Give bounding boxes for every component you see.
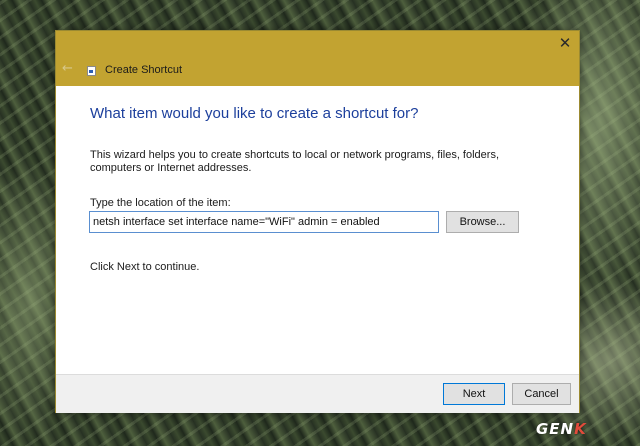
back-arrow-icon[interactable]: ← <box>62 62 76 76</box>
shortcut-icon <box>87 66 96 76</box>
close-button[interactable]: ✕ <box>557 35 573 51</box>
page-heading: What item would you like to create a sho… <box>90 105 419 122</box>
window-title: Create Shortcut <box>105 64 183 76</box>
browse-button[interactable]: Browse... <box>446 211 519 233</box>
watermark-text-main: GEN <box>536 420 575 438</box>
cancel-button[interactable]: Cancel <box>512 383 571 405</box>
location-label: Type the location of the item: <box>90 197 231 209</box>
location-input[interactable] <box>89 211 439 233</box>
continue-instruction: Click Next to continue. <box>90 261 200 273</box>
create-shortcut-dialog: ✕ ← Create Shortcut What item would you … <box>55 30 580 413</box>
dialog-footer: Next Cancel <box>56 374 579 413</box>
wizard-description: This wizard helps you to create shortcut… <box>90 149 500 174</box>
watermark-text-accent: K <box>574 420 587 438</box>
genk-watermark-logo: GENK <box>536 420 587 438</box>
title-bar: ✕ ← Create Shortcut <box>56 31 579 86</box>
next-button[interactable]: Next <box>443 383 505 405</box>
